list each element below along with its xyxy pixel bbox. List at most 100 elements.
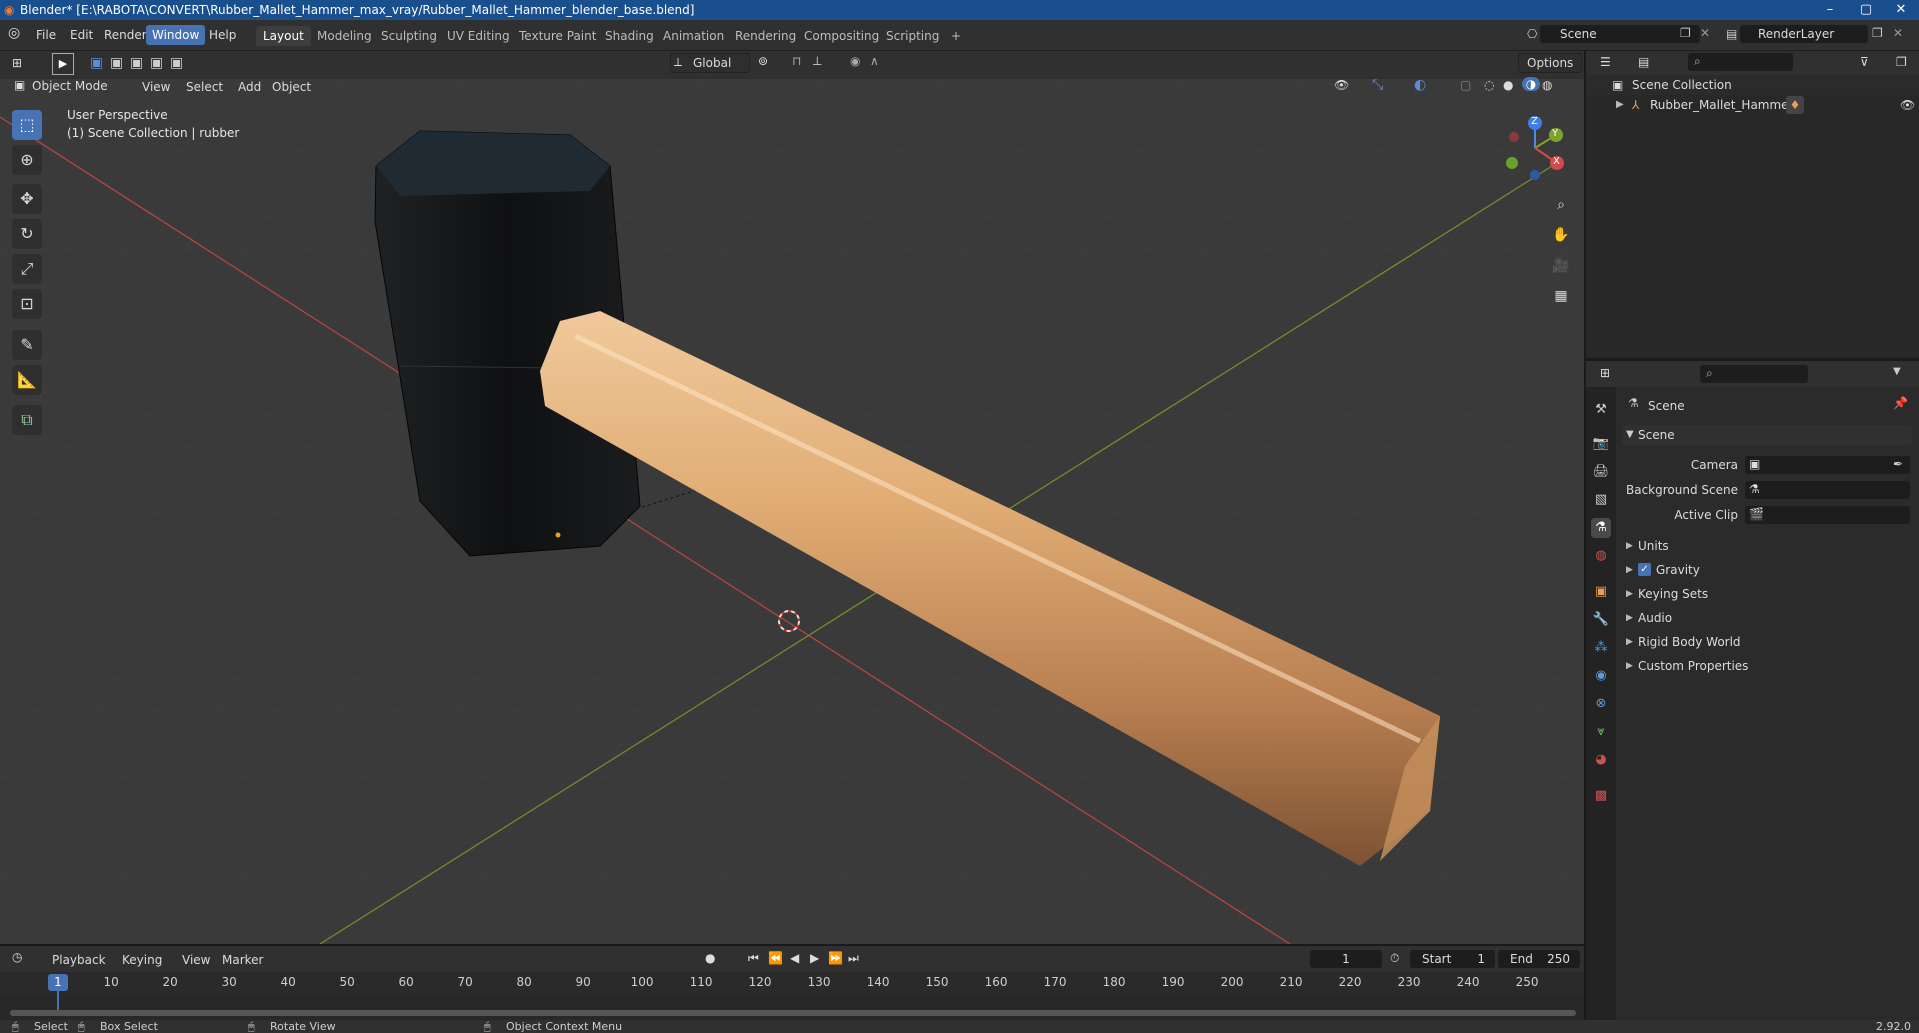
particles-tab-icon[interactable]: ⁂ [1591,638,1611,658]
units-panel-header[interactable]: ▶ Units [1622,536,1912,556]
mode-dropdown[interactable]: Object Mode [10,77,126,95]
end-frame-field[interactable]: End 250 [1498,950,1580,968]
select-mode-new-icon[interactable]: ▣ [90,55,103,71]
filter-icon[interactable]: ⊽ [1860,55,1869,69]
editor-type-icon[interactable]: ⊞ [12,56,22,70]
record-icon[interactable]: ● [705,951,715,965]
pivot-point-icon[interactable]: ⊚ [758,54,768,68]
maximize-button[interactable]: ▢ [1848,0,1884,20]
close-button[interactable]: ✕ [1883,0,1919,20]
snap-icon[interactable]: ⊓ [792,54,801,68]
constraints-tab-icon[interactable]: ⊗ [1591,694,1611,714]
new-scene-icon[interactable]: ❐ [1680,26,1691,40]
new-collection-icon[interactable]: ❐ [1896,55,1907,69]
rigid-body-world-panel-header[interactable]: ▶ Rigid Body World [1622,632,1912,652]
jump-end-icon[interactable]: ⏭ [848,951,859,966]
select-box-tool[interactable]: ⬚ [12,110,42,140]
viewport-menu-object[interactable]: Object [266,78,317,96]
tab-texture-paint[interactable]: Texture Paint [512,26,603,46]
minimize-button[interactable]: – [1812,0,1848,20]
tab-scripting[interactable]: Scripting [879,26,946,46]
menu-help[interactable]: Help [203,25,242,45]
delete-renderlayer-icon[interactable]: ✕ [1893,26,1903,40]
gravity-panel-header[interactable]: ▶ ✓ Gravity [1622,560,1912,580]
select-mode-subtract-icon[interactable]: ▣ [130,55,143,71]
render-tab-icon[interactable]: 📷 [1591,434,1611,454]
tab-rendering[interactable]: Rendering [728,26,803,46]
tab-uv-editing[interactable]: UV Editing [440,26,517,46]
camera-field[interactable] [1745,456,1910,474]
timeline-menu-playback[interactable]: Playback [46,951,112,969]
renderlayer-browse-icon[interactable]: ▤ [1726,27,1737,41]
gizmo-toggle-icon[interactable]: ⤡ [1372,77,1383,93]
expand-chevron-icon[interactable]: ▶ [1616,95,1624,115]
renderlayer-name-field[interactable]: RenderLayer [1740,25,1868,43]
add-cube-tool[interactable]: ⧉ [12,405,42,435]
playhead[interactable]: 1 [48,974,68,991]
timeline-scrollbar[interactable] [10,1010,1576,1016]
new-renderlayer-icon[interactable]: ❐ [1872,26,1883,40]
timeline-menu-view[interactable]: View [176,951,216,969]
camera-view-icon[interactable]: 🎥 [1548,253,1574,279]
shading-solid-icon[interactable]: ● [1503,78,1513,92]
rotate-tool[interactable]: ↻ [12,219,42,249]
scene-name-field[interactable]: Scene [1540,25,1700,43]
shading-material-icon[interactable]: ◑ [1522,77,1540,91]
current-frame-field[interactable]: 1 [1310,950,1382,968]
tab-compositing[interactable]: Compositing [797,26,886,46]
timeline-editor-icon[interactable]: ◷ [12,950,22,964]
physics-tab-icon[interactable]: ◉ [1591,666,1611,686]
add-workspace-button[interactable]: + [944,26,968,46]
jump-start-icon[interactable]: ⏮ [748,951,759,966]
material-tab-icon[interactable]: ◕ [1591,750,1611,770]
transform-orientation-dropdown[interactable]: Global [670,53,751,73]
visibility-icon[interactable]: 👁 [1334,78,1349,92]
delete-scene-icon[interactable]: ✕ [1700,26,1710,40]
scene-panel-header[interactable]: ▼ Scene [1622,425,1912,445]
timeline-menu-keying[interactable]: Keying [116,951,168,969]
tab-animation[interactable]: Animation [656,26,731,46]
tab-shading[interactable]: Shading [598,26,661,46]
properties-search-input[interactable] [1700,365,1808,383]
play-reverse-icon[interactable]: ◀ [790,951,799,965]
viewport-menu-view[interactable]: View [136,78,176,96]
pin-icon[interactable]: 📌 [1893,396,1908,410]
next-keyframe-icon[interactable]: ⏩ [828,951,843,965]
data-tab-icon[interactable]: ⩔ [1591,722,1611,742]
scene-browse-icon[interactable]: ⎔ [1527,27,1537,41]
background-scene-field[interactable] [1745,481,1910,499]
object-tab-icon[interactable]: ▣ [1591,582,1611,602]
snap-target-icon[interactable]: ⊥ [812,54,822,68]
falloff-icon[interactable]: ∧ [870,54,879,68]
modifier-tab-icon[interactable]: 🔧 [1591,610,1611,630]
play-icon[interactable]: ▶ [810,951,819,965]
measure-tool[interactable]: 📐 [12,365,42,395]
properties-editor-icon[interactable]: ⊞ [1600,366,1610,380]
annotate-tool[interactable]: ✎ [12,330,42,360]
hide-in-viewport-icon[interactable]: 👁 [1900,95,1915,115]
menu-window[interactable]: Window [146,25,206,45]
viewport-menu-add[interactable]: Add [232,78,267,96]
display-mode-icon[interactable]: ▤ [1638,55,1649,69]
start-frame-field[interactable]: Start 1 [1410,950,1495,968]
world-tab-icon[interactable]: ◍ [1591,546,1611,566]
tab-modeling[interactable]: Modeling [310,26,379,46]
scale-tool[interactable]: ⤢ [12,254,42,284]
tab-sculpting[interactable]: Sculpting [374,26,444,46]
timeline-menu-marker[interactable]: Marker [216,951,269,969]
outliner-row-object[interactable]: ▶ ⅄ Rubber_Mallet_Hammer ♦ 👁 [1586,95,1919,115]
active-clip-field[interactable] [1745,506,1910,524]
select-mode-extend-icon[interactable]: ▣ [110,55,123,71]
cursor-tool[interactable]: ⊕ [12,145,42,175]
shading-rendered-icon[interactable]: ◍ [1542,78,1552,92]
keying-sets-panel-header[interactable]: ▶ Keying Sets [1622,584,1912,604]
outliner-search-input[interactable] [1688,53,1793,71]
zoom-icon[interactable]: ⌕ [1548,192,1574,218]
viewport-menu-select[interactable]: Select [180,78,229,96]
xray-toggle-icon[interactable]: ▢ [1460,78,1471,92]
select-tool-icon[interactable]: ▶ [52,53,74,75]
menu-render[interactable]: Render [98,25,153,45]
transform-tool[interactable]: ⊡ [12,289,42,319]
shading-wireframe-icon[interactable]: ◌ [1484,78,1494,92]
menu-edit[interactable]: Edit [64,25,99,45]
